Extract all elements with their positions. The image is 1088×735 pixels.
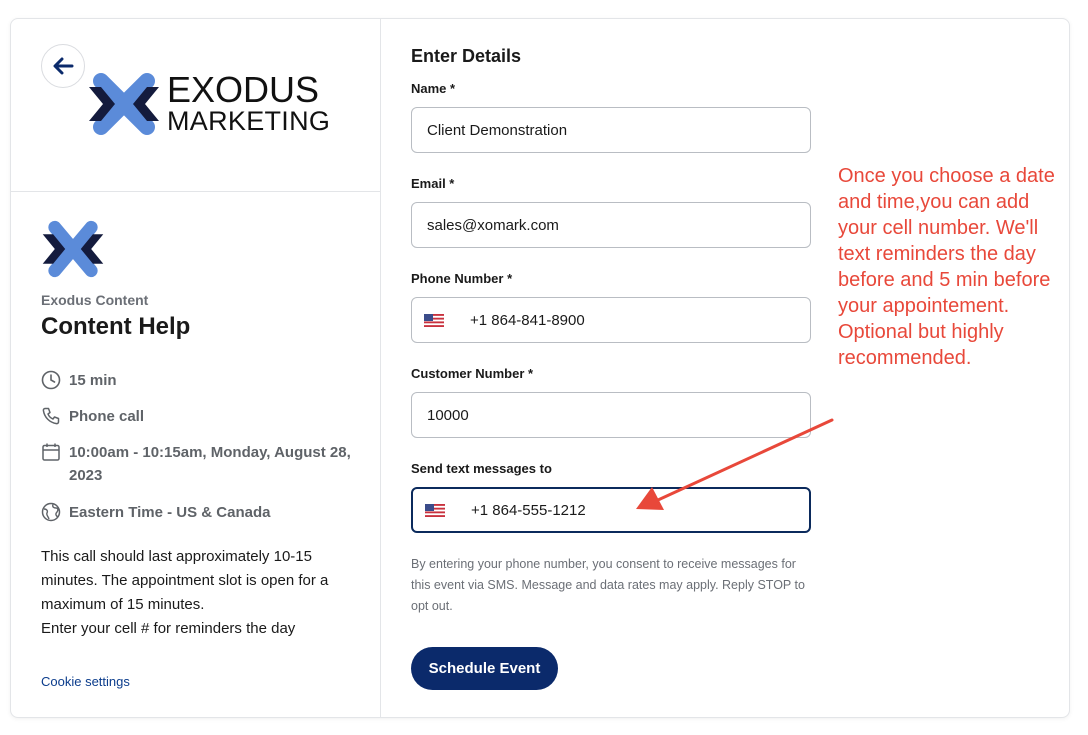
us-flag-icon[interactable] [425,503,445,517]
event-details-panel: EXODUS MARKETING Exodus Content Content … [11,19,381,717]
timezone-text: Eastern Time - US & Canada [69,504,271,521]
duration-text: 15 min [69,372,117,389]
phone-label: Phone Number * [411,271,513,286]
event-title: Content Help [41,313,191,340]
calendar-icon [41,441,61,463]
logo-wordmark-line1: EXODUS [167,69,320,110]
schedule-event-button[interactable]: Schedule Event [411,647,558,690]
exodus-x-logo-small-icon [42,220,104,278]
organization-name: Exodus Content [41,292,149,308]
name-label: Name * [411,81,456,96]
customer-number-field[interactable]: 10000 [411,392,811,438]
logo-wordmark-line2: MARKETING [167,106,331,136]
form-title: Enter Details [411,46,522,66]
panel-header: EXODUS MARKETING [11,19,381,192]
location-text: Phone call [69,408,145,425]
clock-icon [41,369,61,391]
organization-avatar [41,217,105,286]
customer-number-value: 10000 [427,406,469,424]
name-value: Client Demonstration [427,121,568,139]
phone-field[interactable]: +1 864-841-8900 [411,297,811,343]
back-button[interactable] [41,44,85,88]
cookie-settings-link[interactable]: Cookie settings [41,674,130,689]
sms-label: Send text messages to [411,461,552,476]
exodus-x-logo-icon [89,73,159,135]
phone-icon [41,405,61,427]
annotation-note: Once you choose a date and time,you can … [838,165,1055,369]
company-logo: EXODUS MARKETING [87,67,330,141]
datetime-text: 10:00am - 10:15am, Monday, August 28, 20… [69,444,351,484]
event-description: This call should last approximately 10-1… [41,545,361,641]
globe-icon [41,501,61,523]
customer-number-label: Customer Number * [411,366,534,381]
arrow-left-icon [53,57,74,75]
event-timezone: Eastern Time - US & Canada [41,501,270,524]
email-label: Email * [411,176,455,191]
description-paragraph: This call should last approximately 10-1… [41,548,329,613]
name-field[interactable]: Client Demonstration [411,107,811,153]
email-field[interactable]: sales@xomark.com [411,202,811,248]
sms-consent-text: By entering your phone number, you conse… [411,557,805,613]
us-flag-icon[interactable] [424,313,444,327]
event-datetime: 10:00am - 10:15am, Monday, August 28, 20… [41,441,351,487]
sms-phone-value: +1 864-555-1212 [471,501,586,519]
event-location: Phone call [41,405,144,428]
description-paragraph: Enter your cell # for reminders the day [41,620,296,637]
email-value: sales@xomark.com [427,216,559,234]
sms-phone-field[interactable]: +1 864-555-1212 [411,487,811,533]
phone-value: +1 864-841-8900 [470,311,585,329]
event-duration: 15 min [41,369,117,392]
